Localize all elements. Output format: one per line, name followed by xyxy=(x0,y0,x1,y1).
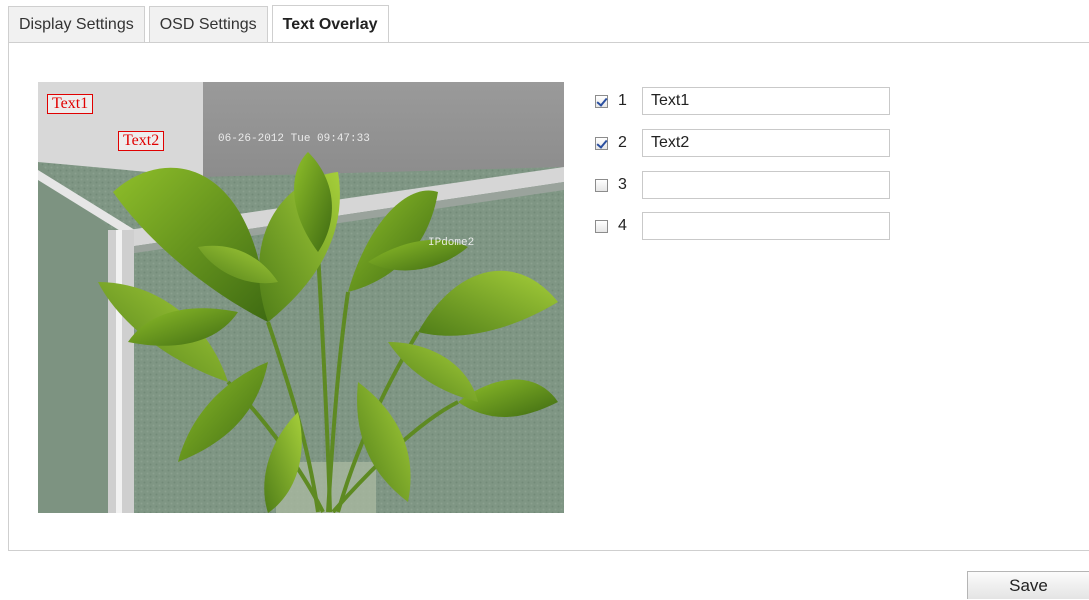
text-row-1: 1 Text1 xyxy=(595,87,890,115)
text-3-index: 3 xyxy=(618,176,627,193)
overlay-text2-box[interactable]: Text2 xyxy=(118,131,165,151)
text-1-input[interactable]: Text1 xyxy=(642,87,890,115)
text-2-input[interactable]: Text2 xyxy=(642,129,890,157)
text-3-input[interactable] xyxy=(642,171,890,199)
tab-text-overlay[interactable]: Text Overlay xyxy=(271,5,389,43)
preview-scene-image xyxy=(38,82,564,513)
text-row-3: 3 xyxy=(595,171,890,199)
text-4-index: 4 xyxy=(618,217,627,234)
tab-bar: Display Settings OSD Settings Text Overl… xyxy=(8,4,393,43)
overlay-text1-box[interactable]: Text1 xyxy=(47,94,94,114)
text-4-input[interactable] xyxy=(642,212,890,240)
text-2-checkbox[interactable] xyxy=(595,136,608,150)
text-1-checkbox[interactable] xyxy=(595,94,608,108)
save-button[interactable]: Save xyxy=(967,571,1089,599)
text-4-checkbox[interactable] xyxy=(595,219,608,233)
text-row-2: 2 Text2 xyxy=(595,129,890,157)
tab-osd-settings[interactable]: OSD Settings xyxy=(148,6,268,42)
osd-datetime[interactable]: 06-26-2012 Tue 09:47:33 xyxy=(218,133,370,145)
text-2-index: 2 xyxy=(618,134,627,151)
osd-camera-name[interactable]: IPdome2 xyxy=(428,237,474,249)
text-row-4: 4 xyxy=(595,212,890,240)
video-preview: Text1 Text2 06-26-2012 Tue 09:47:33 IPdo… xyxy=(38,82,564,513)
text-3-checkbox[interactable] xyxy=(595,178,608,192)
text-1-index: 1 xyxy=(618,92,627,109)
tab-display-settings[interactable]: Display Settings xyxy=(8,6,145,42)
